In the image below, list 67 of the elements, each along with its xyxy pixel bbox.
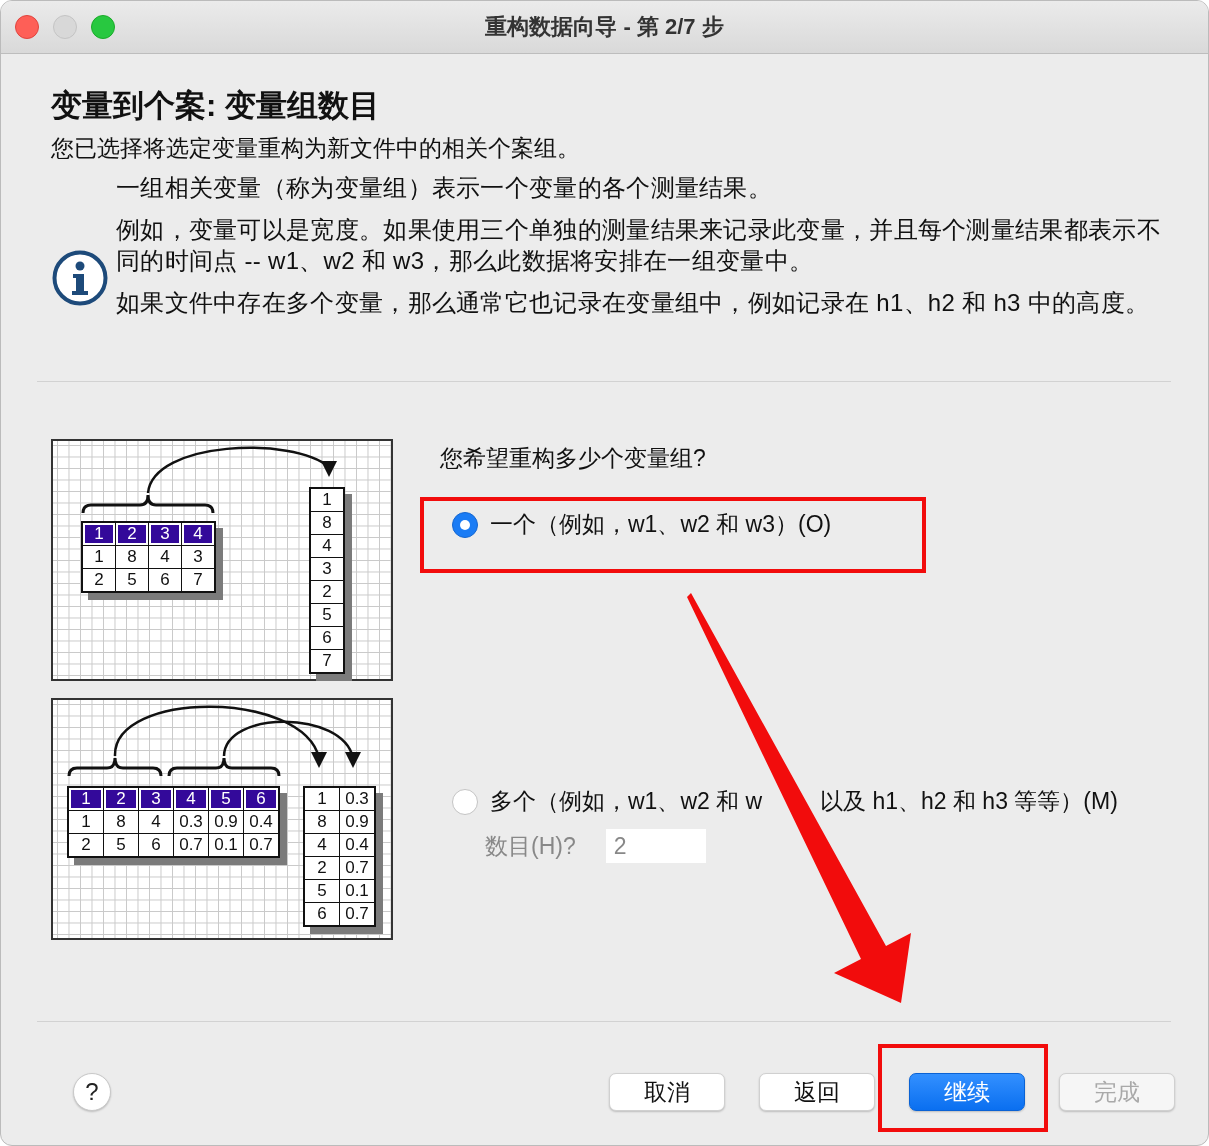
table-cell: 0.3 — [174, 811, 208, 833]
table-cell: 0.9 — [209, 811, 243, 833]
table-cell: 4 — [149, 546, 181, 568]
table-cell: 0.1 — [209, 834, 243, 856]
zoom-button[interactable] — [91, 15, 115, 39]
table-cell: 0.7 — [340, 903, 374, 925]
table-cell: 8 — [305, 811, 339, 833]
table-cell: 6 — [149, 569, 181, 591]
help-button[interactable]: ? — [73, 1073, 111, 1111]
table-cell: 5 — [305, 880, 339, 902]
table-cell: 3 — [182, 546, 214, 568]
page-heading: 变量到个案: 变量组数目 — [51, 87, 381, 125]
table-cell: 0.4 — [244, 811, 278, 833]
info-icon — [52, 250, 108, 306]
table-cell: 8 — [116, 546, 148, 568]
header-cell: 4 — [174, 788, 208, 810]
table-cell: 6 — [305, 903, 339, 925]
header-cell: 3 — [149, 523, 181, 545]
dialog-button[interactable]: 取消 — [609, 1073, 725, 1111]
table-cell: 5 — [104, 834, 138, 856]
table-cell: 3 — [311, 558, 343, 580]
table-cell: 7 — [311, 650, 343, 672]
window-title: 重构数据向导 - 第 2/7 步 — [485, 14, 724, 39]
table-cell: 7 — [182, 569, 214, 591]
table-cell: 0.7 — [244, 834, 278, 856]
header-cell: 4 — [182, 523, 214, 545]
table-cell: 0.4 — [340, 834, 374, 856]
table-cell: 5 — [116, 569, 148, 591]
table-cell: 6 — [311, 627, 343, 649]
table-cell: 4 — [139, 811, 173, 833]
info-paragraph: 例如，变量可以是宽度。如果使用三个单独的测量结果来记录此变量，并且每个测量结果都表示不同的时间点 -- w1、w2 和 w3，那么此数据将安排在一组变量中。 — [116, 215, 1161, 276]
dialog-button[interactable]: 返回 — [759, 1073, 875, 1111]
table-cell: 2 — [311, 581, 343, 603]
field-label: 数目(H)? — [485, 831, 576, 861]
table-cell: 2 — [83, 569, 115, 591]
header-cell: 3 — [139, 788, 173, 810]
minimize-button[interactable] — [53, 15, 77, 39]
intro-text: 您已选择将选定变量重构为新文件中的相关个案组。 — [51, 134, 581, 163]
header-cell: 5 — [209, 788, 243, 810]
info-paragraph: 如果文件中存在多个变量，那么通常它也记录在变量组中，例如记录在 h1、h2 和 h3 中的高度。 — [116, 288, 1151, 318]
table-cell: 8 — [104, 811, 138, 833]
dialog-button[interactable]: 继续 — [909, 1073, 1025, 1111]
table-cell: 1 — [311, 489, 343, 511]
table-cell: 2 — [305, 857, 339, 879]
header-cell: 1 — [83, 523, 115, 545]
table-cell: 1 — [305, 788, 339, 810]
table-cell: 0.1 — [340, 880, 374, 902]
table-cell: 0.3 — [340, 788, 374, 810]
table-cell: 0.9 — [340, 811, 374, 833]
header-cell: 2 — [116, 523, 148, 545]
table-cell: 5 — [311, 604, 343, 626]
table-cell: 0.7 — [174, 834, 208, 856]
header-cell: 2 — [104, 788, 138, 810]
header-cell: 1 — [69, 788, 103, 810]
question-text: 您希望重构多少个变量组? — [440, 444, 707, 473]
header-cell: 6 — [244, 788, 278, 810]
close-button[interactable] — [15, 15, 39, 39]
table-cell: 2 — [69, 834, 103, 856]
table-cell: 0.7 — [340, 857, 374, 879]
info-paragraph: 一组相关变量（称为变量组）表示一个变量的各个测量结果。 — [116, 173, 774, 203]
table-cell: 8 — [311, 512, 343, 534]
table-cell: 4 — [305, 834, 339, 856]
table-cell: 6 — [139, 834, 173, 856]
table-cell: 4 — [311, 535, 343, 557]
table-cell: 1 — [69, 811, 103, 833]
radio-option[interactable]: 一个（例如，w1、w2 和 w3）(O) — [452, 509, 832, 540]
table-cell: 1 — [83, 546, 115, 568]
